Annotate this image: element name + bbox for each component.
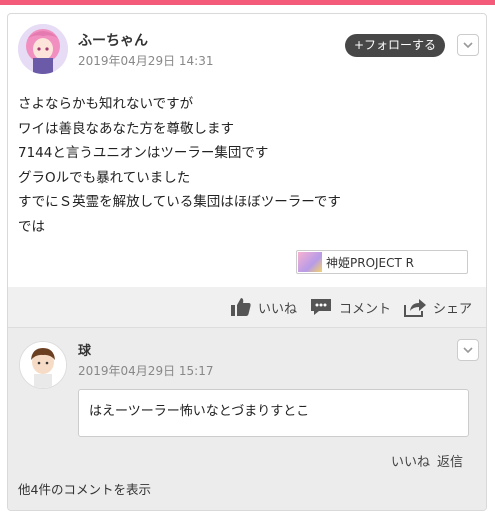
post-author-avatar[interactable]: [18, 24, 68, 74]
post-body-line: グラOルでも暴れていました: [18, 169, 191, 186]
game-thumbnail: [298, 252, 322, 272]
post-author-name[interactable]: ふーちゃん: [78, 30, 148, 50]
share-label: シェア: [433, 301, 473, 317]
share-button[interactable]: シェア: [403, 297, 472, 317]
post-timestamp: 2019年04月29日 14:31: [78, 54, 214, 68]
chevron-down-icon: [463, 42, 473, 49]
post-body: さよならかも知れないですが ワイは善良なあなた方を尊敬します 7144と言うユニ…: [18, 92, 458, 239]
post-body-line: ワイは善良なあなた方を尊敬します: [18, 120, 234, 137]
post-body-line: 7144と言うユニオンはツーラー集団です: [18, 145, 269, 161]
comment-button[interactable]: コメント: [309, 297, 391, 317]
like-button[interactable]: いいね: [230, 297, 297, 317]
comment-menu-button[interactable]: [457, 339, 479, 361]
post-body-line: すでにＳ英霊を解放している集団はほぼツーラーです: [18, 194, 341, 210]
comment-reply-button[interactable]: 返信: [437, 451, 463, 470]
game-tag-label: 神姫PROJECT R: [326, 256, 415, 270]
comment-icon: [311, 299, 331, 315]
comment-text: はえーツーラー怖いなとづまりすとこ: [89, 404, 310, 419]
post-body-line: さよならかも知れないですが: [18, 96, 194, 112]
comment-label: コメント: [339, 301, 392, 317]
commenter-avatar[interactable]: [19, 341, 67, 389]
comment-bubble: はえーツーラー怖いなとづまりすとこ: [78, 389, 469, 437]
game-tag[interactable]: 神姫PROJECT R: [296, 250, 468, 274]
follow-button[interactable]: +フォローする: [345, 34, 445, 57]
chevron-down-icon: [463, 347, 473, 354]
share-icon: [404, 299, 426, 317]
top-accent-bar: [0, 0, 495, 5]
post-body-line: では: [18, 218, 45, 235]
action-bar: いいね コメント シェア: [8, 287, 486, 327]
comment-like-button[interactable]: いいね: [391, 451, 430, 470]
thumbs-up-icon: [231, 298, 251, 316]
post-card: ふーちゃん 2019年04月29日 14:31 +フォローする さよならかも知れ…: [7, 13, 487, 511]
post-menu-button[interactable]: [457, 34, 479, 56]
comment-timestamp: 2019年04月29日 15:17: [78, 364, 214, 378]
commenter-name[interactable]: 球: [78, 340, 91, 359]
show-more-comments-link[interactable]: 他4件のコメントを表示: [18, 479, 151, 498]
like-label: いいね: [258, 301, 298, 317]
